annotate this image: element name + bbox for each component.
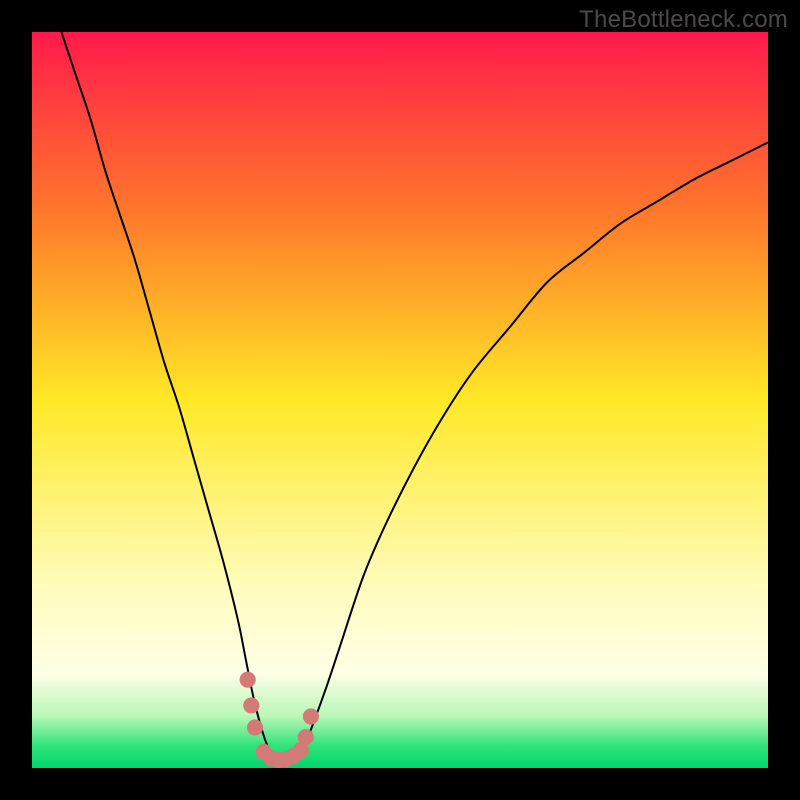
watermark-text: TheBottleneck.com <box>579 6 788 34</box>
marker-point <box>247 719 263 735</box>
plot-area <box>32 32 768 768</box>
marker-point <box>303 708 319 724</box>
marker-point <box>298 729 314 745</box>
chart-frame: TheBottleneck.com <box>0 0 800 800</box>
marker-point <box>243 697 259 713</box>
gradient-background <box>32 32 768 768</box>
marker-point <box>240 672 256 688</box>
plot-svg <box>32 32 768 768</box>
